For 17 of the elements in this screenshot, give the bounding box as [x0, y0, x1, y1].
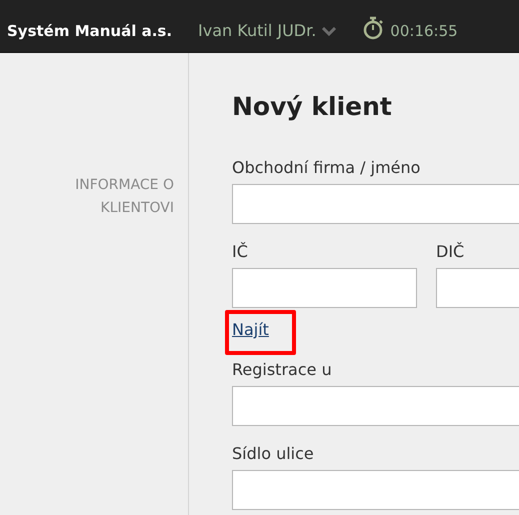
user-menu[interactable]: Ivan Kutil JUDr. — [198, 9, 336, 43]
field-label: Sídlo ulice — [232, 444, 315, 464]
page-title: Nový klient — [232, 91, 393, 123]
field-label: Registrace u — [232, 360, 333, 380]
field-label: Obchodní firma / jméno — [232, 158, 422, 178]
field-label: DIČ — [436, 242, 466, 262]
text-field[interactable] — [232, 268, 417, 308]
text-field[interactable] — [232, 470, 519, 510]
text-field[interactable] — [232, 184, 519, 224]
brand-name: Systém Manuál a.s. — [7, 20, 172, 42]
chevron-down-icon — [322, 26, 336, 36]
session-timer: 00:16:55 — [390, 20, 458, 42]
find-link[interactable]: Najít — [232, 320, 269, 340]
stopwatch-icon — [362, 16, 384, 40]
field-label: IČ — [232, 242, 249, 262]
section-label: INFORMACE O KLIENTOVI — [74, 176, 174, 218]
text-field[interactable] — [232, 386, 519, 426]
